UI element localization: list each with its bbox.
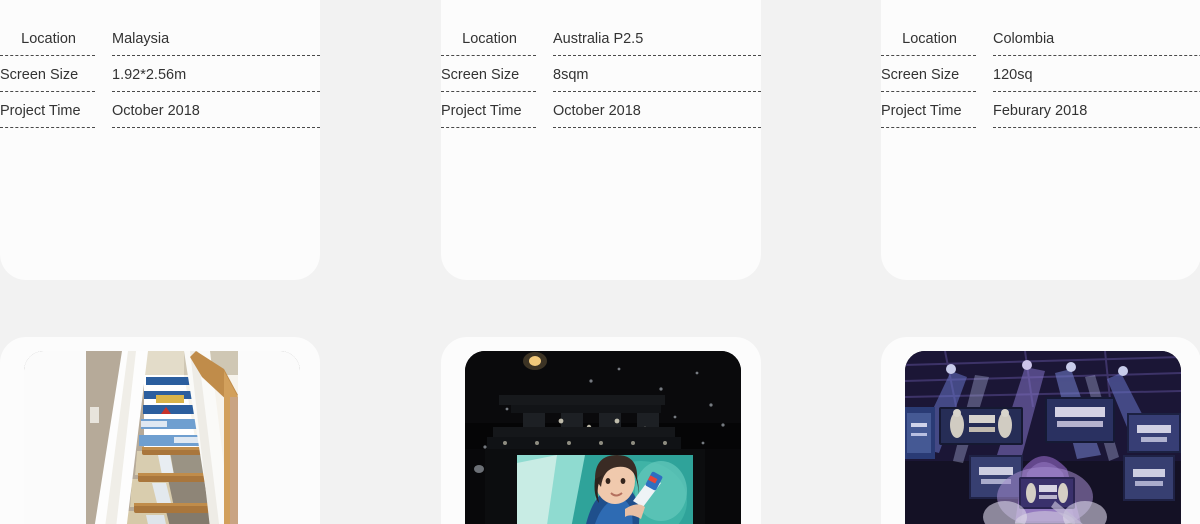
- spec-row-screen-size: Screen Size 8sqm: [441, 56, 761, 92]
- spec-value-location: Malaysia: [112, 31, 320, 56]
- spec-value-screen-size: 1.92*2.56m: [112, 67, 320, 92]
- spec-label-project-time: Project Time: [881, 103, 976, 128]
- spec-label-screen-size: Screen Size: [881, 67, 976, 92]
- spec-row-location: Location Colombia: [881, 20, 1200, 56]
- spec-row-location: Location Australia P2.5: [441, 20, 761, 56]
- spec-row-project-time: Project Time October 2018: [441, 92, 761, 128]
- spec-row-location: Location Malaysia: [0, 20, 320, 56]
- spec-label-project-time: Project Time: [0, 103, 95, 128]
- spec-row-project-time: Project Time October 2018: [0, 92, 320, 128]
- spec-row-screen-size: Screen Size 120sq: [881, 56, 1200, 92]
- spec-label-project-time: Project Time: [441, 103, 536, 128]
- case-image-awards-ceremony[interactable]: [905, 351, 1181, 524]
- spec-label-location: Location: [0, 31, 95, 56]
- case-spec-table: Location Colombia Screen Size 120sq Proj…: [881, 20, 1200, 128]
- project-case-gallery: Location Malaysia Screen Size 1.92*2.56m…: [0, 0, 1200, 524]
- spec-label-screen-size: Screen Size: [0, 67, 95, 92]
- spec-label-location: Location: [881, 31, 976, 56]
- case-spec-table: Location Malaysia Screen Size 1.92*2.56m…: [0, 20, 320, 128]
- spec-value-location: Australia P2.5: [553, 31, 761, 56]
- spec-row-screen-size: Screen Size 1.92*2.56m: [0, 56, 320, 92]
- spec-label-screen-size: Screen Size: [441, 67, 536, 92]
- spec-label-location: Location: [441, 31, 536, 56]
- spec-value-location: Colombia: [993, 31, 1200, 56]
- case-card[interactable]: [881, 337, 1200, 524]
- spec-value-screen-size: 8sqm: [553, 67, 761, 92]
- awards-ceremony-stage-led-photo: [905, 351, 1181, 524]
- stair-riser-graphics-photo: [24, 351, 300, 524]
- case-card[interactable]: Location Colombia Screen Size 120sq Proj…: [881, 0, 1200, 280]
- case-card[interactable]: Location Malaysia Screen Size 1.92*2.56m…: [0, 0, 320, 280]
- case-image-stair-graphics[interactable]: [24, 351, 300, 524]
- case-card[interactable]: Location Australia P2.5 Screen Size 8sqm…: [441, 0, 761, 280]
- theater-led-screen-performer-photo: [465, 351, 741, 524]
- spec-value-project-time: Feburary 2018: [993, 103, 1200, 128]
- case-card[interactable]: [441, 337, 761, 524]
- spec-value-project-time: October 2018: [553, 103, 761, 128]
- case-card[interactable]: [0, 337, 320, 524]
- spec-row-project-time: Project Time Feburary 2018: [881, 92, 1200, 128]
- case-spec-table: Location Australia P2.5 Screen Size 8sqm…: [441, 20, 761, 128]
- spec-value-project-time: October 2018: [112, 103, 320, 128]
- case-image-theater-led[interactable]: [465, 351, 741, 524]
- spec-value-screen-size: 120sq: [993, 67, 1200, 92]
